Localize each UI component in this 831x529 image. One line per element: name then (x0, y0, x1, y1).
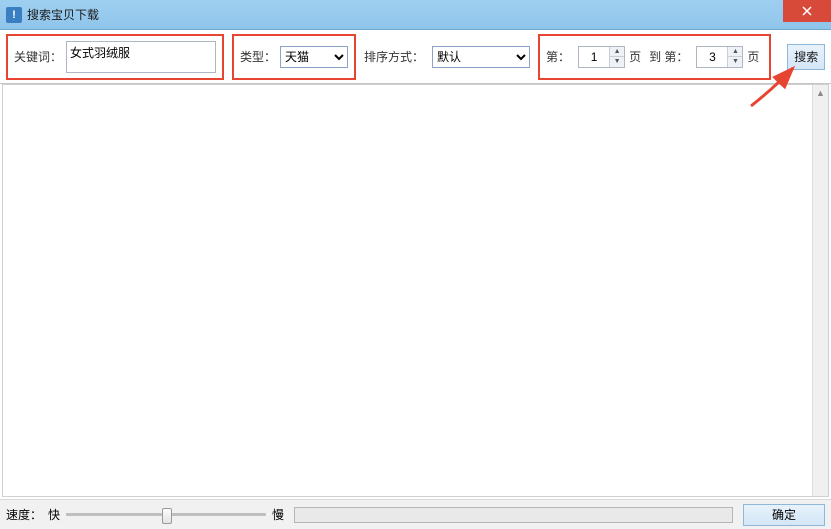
page-to-spinner[interactable]: ▲ ▼ (696, 46, 743, 68)
page-range-group: 第： ▲ ▼ 页 到 第： ▲ ▼ 页 (538, 34, 771, 80)
slider-thumb[interactable] (162, 508, 172, 524)
keyword-label: 关键词： (14, 48, 62, 65)
page-from-down[interactable]: ▼ (610, 57, 624, 67)
keyword-group: 关键词： (6, 34, 224, 80)
sort-select[interactable]: 默认 (432, 46, 530, 68)
ok-button[interactable]: 确定 (743, 504, 825, 526)
app-icon: ! (6, 7, 22, 23)
page-from-up[interactable]: ▲ (610, 47, 624, 57)
titlebar: ! 搜索宝贝下载 (0, 0, 831, 30)
page-from-prefix: 第： (546, 48, 570, 65)
toolbar: 关键词： 类型： 天猫 排序方式： 默认 第： ▲ ▼ 页 到 第： ▲ ▼ (0, 30, 831, 84)
page-to-input[interactable] (697, 47, 727, 67)
keyword-input[interactable] (66, 41, 216, 73)
vertical-scrollbar[interactable]: ▲ (812, 85, 828, 496)
page-to-down[interactable]: ▼ (728, 57, 742, 67)
page-from-spinner[interactable]: ▲ ▼ (578, 46, 625, 68)
type-select[interactable]: 天猫 (280, 46, 348, 68)
slow-label: 慢 (272, 506, 284, 523)
close-button[interactable] (783, 0, 831, 22)
speed-control: 速度： 快 慢 (6, 506, 284, 523)
scroll-up-icon[interactable]: ▲ (813, 85, 828, 101)
fast-label: 快 (48, 506, 60, 523)
page-to-up[interactable]: ▲ (728, 47, 742, 57)
page-unit2: 页 (747, 48, 759, 65)
page-unit1: 页 (629, 48, 641, 65)
footer: 速度： 快 慢 确定 (0, 499, 831, 529)
page-to-label: 到 第： (649, 48, 688, 65)
speed-label: 速度： (6, 506, 42, 523)
speed-slider[interactable] (66, 513, 266, 516)
results-area: ▲ (2, 84, 829, 497)
sort-group: 排序方式： 默认 (364, 46, 530, 68)
type-label: 类型： (240, 48, 276, 65)
window-title: 搜索宝贝下载 (27, 6, 99, 23)
close-icon (802, 6, 812, 16)
page-from-input[interactable] (579, 47, 609, 67)
search-button[interactable]: 搜索 (787, 44, 825, 70)
type-group: 类型： 天猫 (232, 34, 356, 80)
progress-bar (294, 507, 733, 523)
sort-label: 排序方式： (364, 48, 424, 65)
